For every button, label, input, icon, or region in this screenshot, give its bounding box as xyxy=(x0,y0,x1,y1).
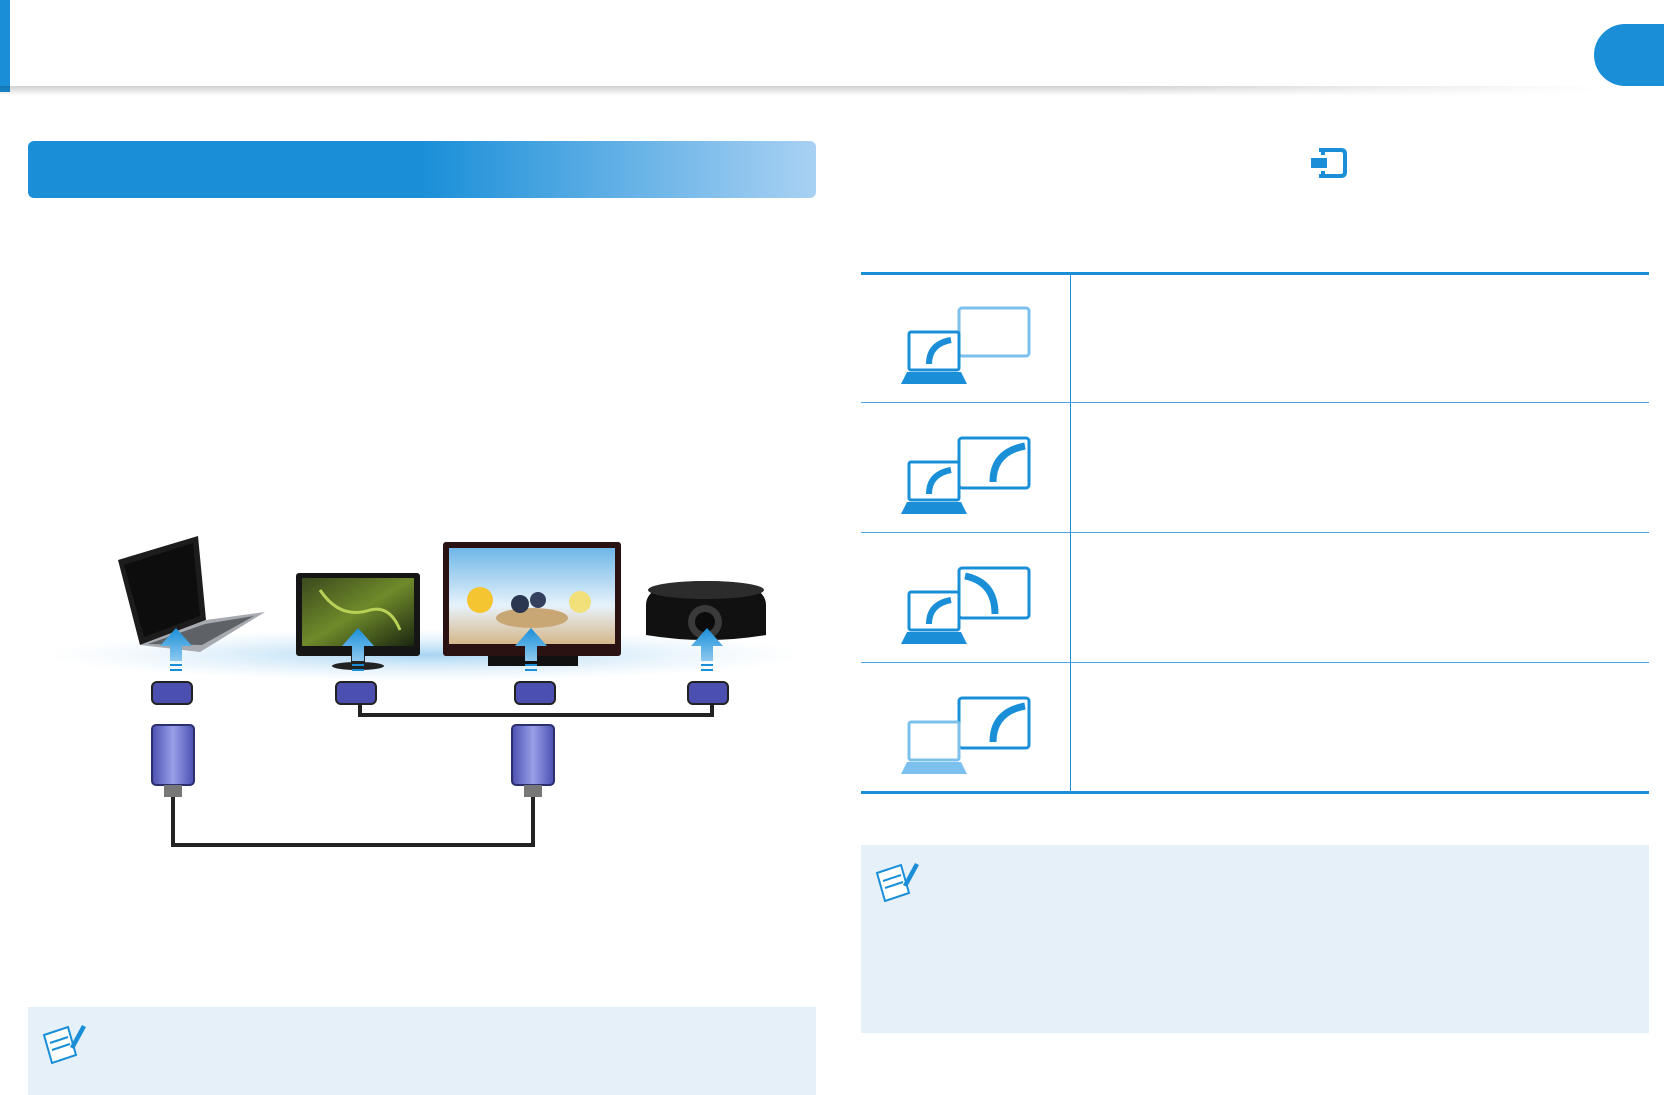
vga-cable xyxy=(171,797,535,847)
table-row-divider xyxy=(861,402,1649,403)
table-bottom-rule xyxy=(861,791,1649,794)
extend-icon xyxy=(901,566,1031,644)
table-row-divider xyxy=(861,532,1649,533)
vga-ports xyxy=(151,681,729,705)
vga-plug-icon xyxy=(151,724,195,797)
header-accent-bar xyxy=(0,0,10,92)
display-switch-icon xyxy=(1311,148,1347,178)
vga-connector-icon xyxy=(514,681,556,705)
note-box xyxy=(28,1007,816,1095)
note-box xyxy=(861,845,1649,1033)
vga-plug-icon xyxy=(511,724,555,797)
note-pencil-icon xyxy=(875,863,919,903)
second-screen-only-icon xyxy=(901,696,1031,774)
vga-connector-icon xyxy=(151,681,193,705)
display-modes-table xyxy=(861,272,1649,794)
pc-screen-only-icon xyxy=(901,306,1031,384)
duplicate-icon xyxy=(901,436,1031,514)
note-pencil-icon xyxy=(42,1025,86,1065)
header-divider xyxy=(0,86,1600,96)
table-column-divider xyxy=(1070,272,1071,794)
device-connection-diagram xyxy=(45,536,805,847)
vga-cable xyxy=(358,704,714,717)
table-top-rule xyxy=(861,272,1649,275)
section-title-bar xyxy=(28,141,816,198)
vga-connector-icon xyxy=(687,681,729,705)
table-row-divider xyxy=(861,662,1649,663)
vga-connector-icon xyxy=(335,681,377,705)
chapter-marker xyxy=(1594,24,1664,86)
